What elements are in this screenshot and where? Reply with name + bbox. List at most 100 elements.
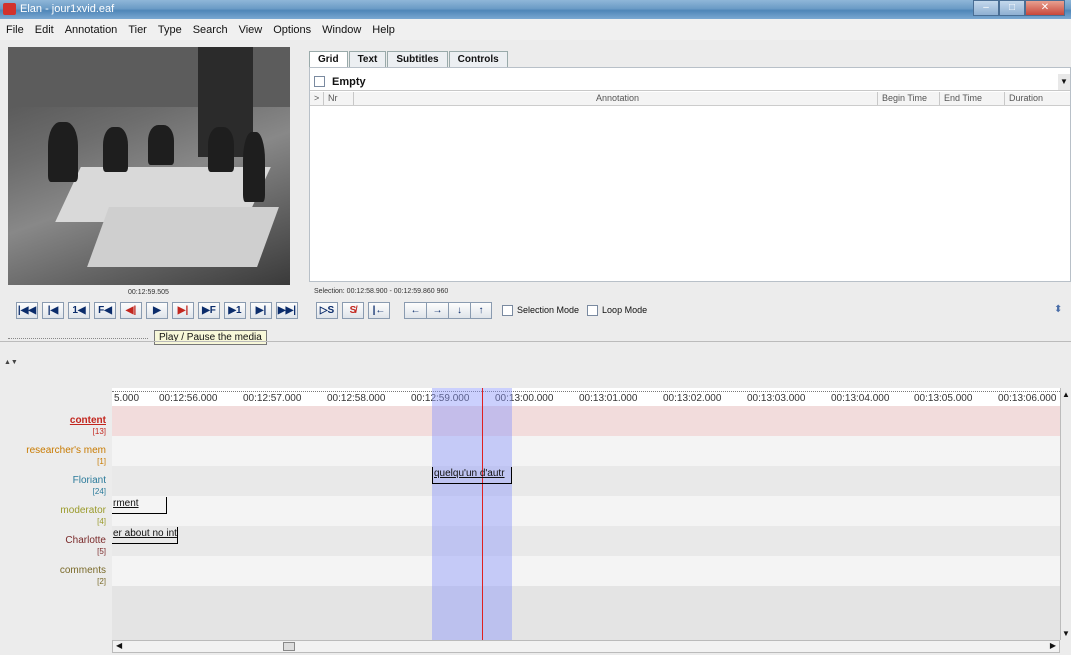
menu-annotation[interactable]: Annotation	[65, 24, 118, 36]
tab-subtitles[interactable]: Subtitles	[387, 51, 448, 67]
close-icon[interactable]: ✕	[1025, 0, 1065, 16]
tier-select-checkbox[interactable]	[314, 76, 325, 87]
previous-frame-step-button[interactable]: F◀	[94, 302, 116, 319]
nav-left-button[interactable]: ←	[404, 302, 426, 319]
next-frame-step-button[interactable]: ▶F	[198, 302, 220, 319]
next-second-button[interactable]: ▶1	[224, 302, 246, 319]
horizontal-scrollbar[interactable]: ◀ ▶	[112, 640, 1060, 653]
tier-row-floriant[interactable]	[112, 466, 1060, 496]
tier-label-comments[interactable]: comments [2]	[0, 565, 106, 587]
tier-label-charlotte[interactable]: Charlotte [5]	[0, 535, 106, 557]
splitter[interactable]	[0, 341, 1071, 343]
menu-edit[interactable]: Edit	[35, 24, 54, 36]
tier-label-moderator[interactable]: moderator [4]	[0, 505, 106, 527]
tab-grid[interactable]: Grid	[309, 51, 348, 67]
tier-label-floriant[interactable]: Floriant [24]	[0, 475, 106, 497]
previous-second-button[interactable]: 1◀	[68, 302, 90, 319]
media-timecode: 00:12:59.505	[128, 289, 169, 296]
video-frame-person	[208, 127, 234, 172]
tier-count: [24]	[92, 487, 106, 496]
video-frame-person	[48, 122, 78, 182]
scroll-right-icon[interactable]: ▶	[1050, 641, 1056, 650]
tier-label-researchers-mem[interactable]: researcher's mem [1]	[0, 445, 106, 467]
ruler-label: 00:12:56.000	[159, 393, 218, 404]
play-selection-button[interactable]: ▶|	[172, 302, 194, 319]
loop-mode-checkbox[interactable]	[587, 305, 599, 317]
selection-begin-button[interactable]: |←	[368, 302, 390, 319]
tab-controls[interactable]: Controls	[448, 51, 508, 67]
selection-region[interactable]	[432, 388, 512, 640]
tab-bar: Grid Text Subtitles Controls	[309, 51, 509, 67]
zoom-toggle-icon[interactable]: ▲▼	[4, 359, 18, 366]
menu-search[interactable]: Search	[193, 24, 228, 36]
mini-timeline[interactable]	[8, 333, 148, 339]
tier-name: Floriant	[72, 475, 106, 486]
nav-right-button[interactable]: →	[426, 302, 448, 319]
tier-row-moderator[interactable]	[112, 496, 1060, 526]
ruler-label: 00:13:06.000	[998, 393, 1057, 404]
clear-selection-button[interactable]: S̸	[342, 302, 364, 319]
play-selection-icon-button[interactable]: ▷S	[316, 302, 338, 319]
next-frame-button[interactable]: ▶|	[250, 302, 272, 319]
ruler-label: 00:13:02.000	[663, 393, 722, 404]
menu-help[interactable]: Help	[372, 24, 395, 36]
play-selection-back-button[interactable]: ◀|	[120, 302, 142, 319]
vertical-scrollbar[interactable]: ▲ ▼	[1060, 388, 1071, 640]
menu-options[interactable]: Options	[273, 24, 311, 36]
tier-select-value: Empty	[332, 76, 366, 88]
scroll-up-icon[interactable]: ▲	[1062, 390, 1070, 399]
nav-up-button[interactable]: ↑	[470, 302, 492, 319]
column-header[interactable]: Duration	[1005, 92, 1068, 105]
chevron-down-icon[interactable]: ▼	[1058, 74, 1070, 90]
previous-frame-button[interactable]: |◀	[42, 302, 64, 319]
menu-view[interactable]: View	[239, 24, 263, 36]
tier-row-charlotte[interactable]	[112, 526, 1060, 556]
column-header[interactable]: >	[310, 92, 324, 105]
scroll-thumb[interactable]	[283, 642, 295, 651]
video-frame-person	[103, 127, 128, 172]
tier-count: [4]	[97, 517, 106, 526]
minimize-icon[interactable]: –	[973, 0, 999, 16]
play-pause-button[interactable]: ▶	[146, 302, 168, 319]
selection-mode-toggle[interactable]: Selection Mode	[502, 302, 579, 319]
selection-controls: ▷S S̸ |← ← → ↓ ↑ Selection Mode Loop Mod…	[316, 302, 647, 319]
tier-count: [2]	[97, 577, 106, 586]
selection-mode-label: Selection Mode	[517, 305, 580, 315]
annotation-comments[interactable]: er about no int	[112, 527, 178, 544]
column-header[interactable]: Annotation	[354, 92, 878, 105]
annotation-charlotte[interactable]: rment	[112, 497, 167, 514]
column-header[interactable]: End Time	[940, 92, 1005, 105]
tier-name: comments	[59, 565, 106, 576]
tier-row-content[interactable]	[112, 406, 1060, 436]
maximize-icon[interactable]: □	[999, 0, 1025, 16]
annotation-moderator[interactable]: quelqu'un d'autr	[432, 467, 512, 484]
video-viewer[interactable]	[8, 47, 290, 285]
crosshair[interactable]	[482, 388, 483, 640]
player-controls: |◀◀ |◀ 1◀ F◀ ◀| ▶ ▶| ▶F ▶1 ▶| ▶▶|	[16, 302, 302, 319]
tier-label-content[interactable]: content [13]	[0, 415, 106, 437]
tier-select[interactable]: Empty ▼	[310, 74, 1070, 91]
column-header[interactable]: Nr	[324, 92, 354, 105]
menu-tier[interactable]: Tier	[128, 24, 147, 36]
selection-mode-checkbox[interactable]	[502, 305, 513, 317]
menu-type[interactable]: Type	[158, 24, 182, 36]
menu-window[interactable]: Window	[322, 24, 361, 36]
scroll-down-icon[interactable]: ▼	[1062, 629, 1070, 638]
scroll-left-icon[interactable]: ◀	[116, 641, 122, 650]
nav-down-button[interactable]: ↓	[448, 302, 470, 319]
timeline-empty-area[interactable]	[112, 586, 1060, 640]
ruler-ticks	[112, 388, 1060, 392]
menu-file[interactable]: File	[6, 24, 24, 36]
go-to-end-button[interactable]: ▶▶|	[276, 302, 298, 319]
ruler-label: 00:13:01.000	[579, 393, 638, 404]
go-to-begin-button[interactable]: |◀◀	[16, 302, 38, 319]
expand-collapse-icon[interactable]: ⬍	[1054, 304, 1062, 315]
loop-mode-toggle[interactable]: Loop Mode	[587, 302, 647, 319]
column-header[interactable]: Begin Time	[878, 92, 940, 105]
video-frame-person	[243, 132, 265, 202]
tier-row-comments[interactable]	[112, 556, 1060, 586]
tab-text[interactable]: Text	[348, 51, 387, 67]
tier-row-researchers-mem[interactable]	[112, 436, 1060, 466]
tier-name: content	[69, 415, 106, 426]
time-ruler[interactable]: 5.000 00:12:56.000 00:12:57.000 00:12:58…	[112, 388, 1060, 406]
